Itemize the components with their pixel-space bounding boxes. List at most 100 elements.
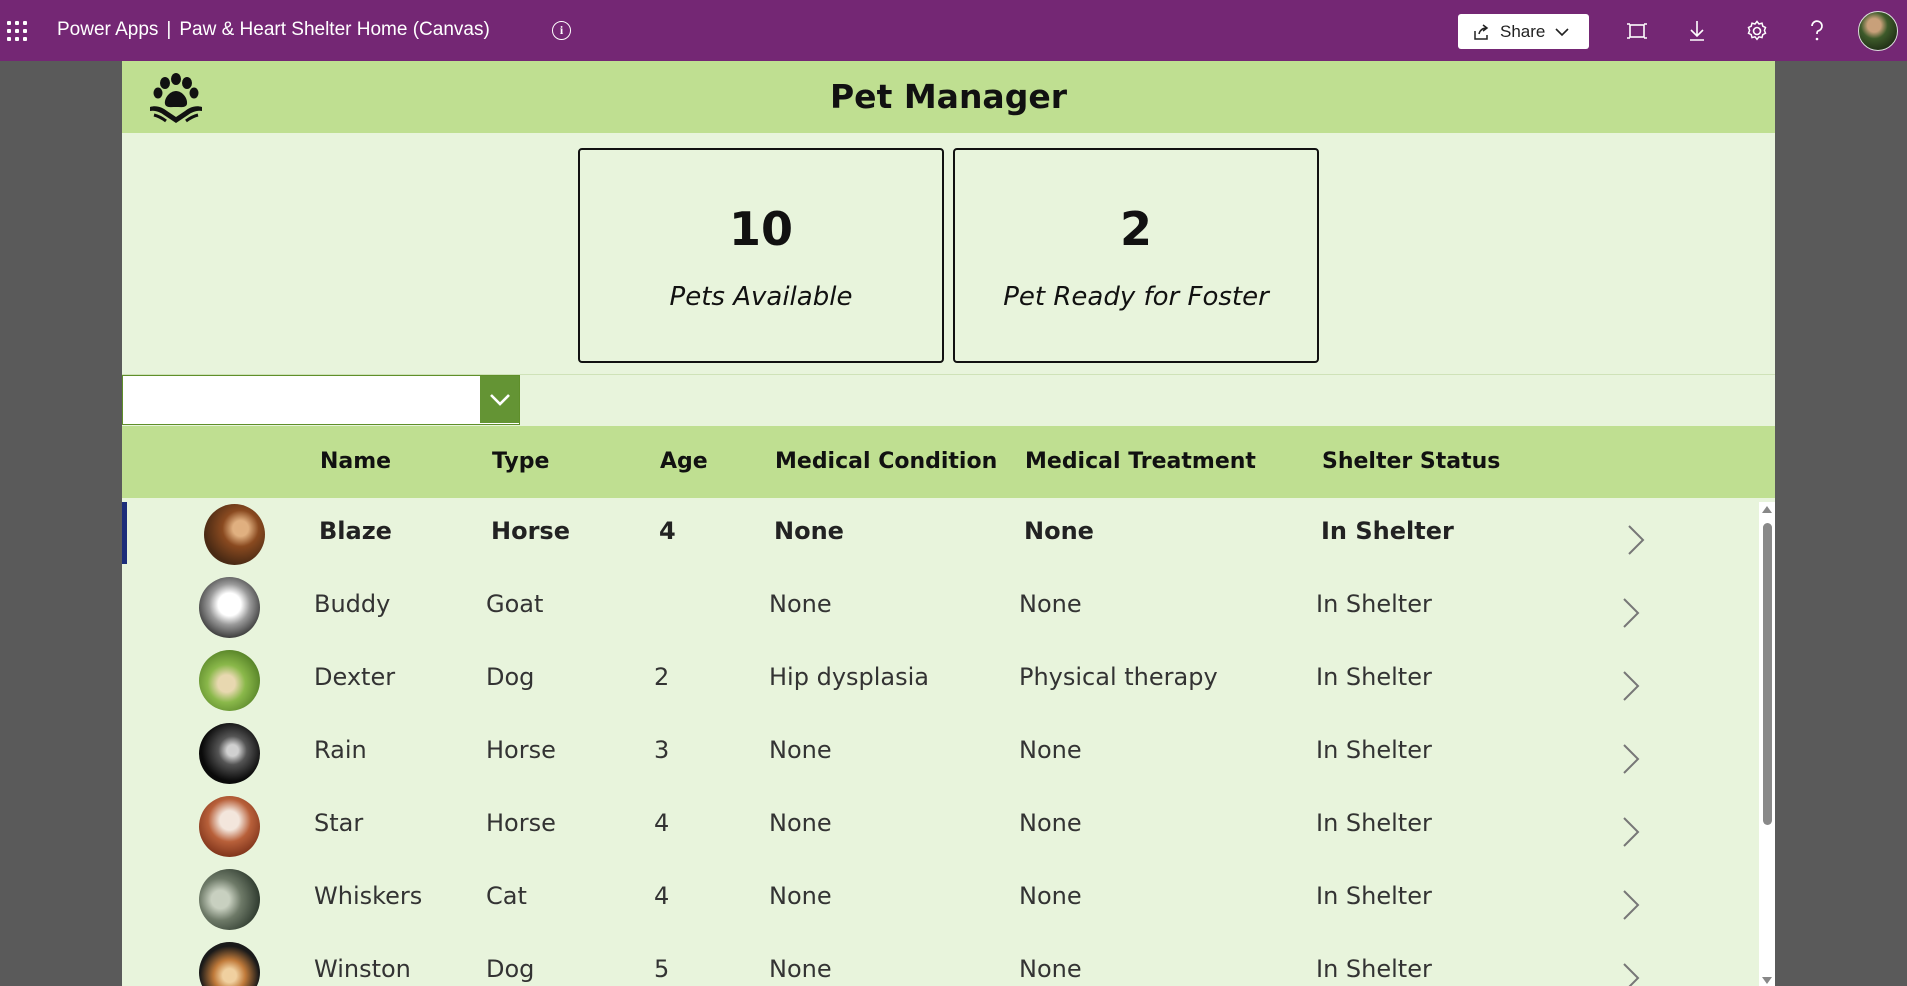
pet-medical-condition: None	[769, 882, 832, 910]
page-title: Pet Manager	[830, 77, 1067, 116]
chevron-down-icon	[1555, 27, 1569, 36]
help-icon[interactable]	[1804, 18, 1830, 44]
column-header-name: Name	[320, 449, 392, 474]
pets-available-count: 10	[728, 202, 793, 256]
pet-medical-condition: Hip dysplasia	[769, 663, 930, 691]
column-header-age: Age	[660, 449, 708, 474]
pet-row-buddy[interactable]: Buddy Goat None None In Shelter	[122, 575, 1756, 638]
pet-name: Buddy	[314, 590, 391, 618]
pet-medical-condition: None	[769, 590, 832, 618]
scroll-thumb[interactable]	[1763, 523, 1772, 825]
pet-type: Horse	[491, 517, 570, 545]
fit-screen-icon[interactable]	[1624, 18, 1650, 44]
info-icon[interactable]: i	[552, 21, 571, 40]
share-label: Share	[1500, 21, 1546, 41]
scroll-down-arrow-icon[interactable]	[1762, 977, 1772, 984]
chevron-down-icon	[489, 393, 510, 406]
user-avatar[interactable]	[1858, 11, 1898, 51]
pet-shelter-status: In Shelter	[1316, 882, 1432, 910]
pet-medical-condition: None	[769, 736, 832, 764]
pet-row-star[interactable]: Star Horse 4 None None In Shelter	[122, 794, 1756, 857]
pet-photo	[199, 869, 260, 930]
ready-for-foster-label: Pet Ready for Foster	[1003, 282, 1269, 312]
pet-row-rain[interactable]: Rain Horse 3 None None In Shelter	[122, 721, 1756, 784]
pet-photo	[199, 723, 260, 784]
pet-type: Dog	[486, 663, 535, 691]
pet-name: Rain	[314, 736, 367, 764]
pet-medical-treatment: None	[1019, 809, 1082, 837]
product-name: Power Apps	[57, 19, 159, 40]
pet-age: 4	[654, 809, 670, 837]
pet-shelter-status: In Shelter	[1316, 663, 1432, 691]
settings-icon[interactable]	[1744, 18, 1770, 44]
chevron-right-icon[interactable]	[1615, 960, 1645, 986]
pet-photo	[199, 942, 260, 986]
ready-for-foster-count: 2	[1119, 202, 1152, 256]
chevron-right-icon[interactable]	[1620, 522, 1650, 558]
pet-shelter-status: In Shelter	[1321, 517, 1454, 545]
app-canvas: Pet Manager 10 Pets Available 2 Pet Read…	[122, 61, 1775, 986]
app-title: Paw & Heart Shelter Home (Canvas)	[179, 19, 490, 40]
pet-type: Dog	[486, 955, 535, 983]
pet-medical-treatment: Physical therapy	[1019, 663, 1218, 691]
pet-photo	[199, 650, 260, 711]
pet-medical-condition: None	[774, 517, 844, 545]
pet-medical-treatment: None	[1019, 882, 1082, 910]
pets-available-card: 10 Pets Available	[578, 148, 944, 363]
ready-for-foster-card: 2 Pet Ready for Foster	[953, 148, 1319, 363]
pet-shelter-status: In Shelter	[1316, 736, 1432, 764]
pets-available-label: Pets Available	[669, 282, 853, 312]
pet-medical-treatment: None	[1019, 736, 1082, 764]
gallery-scrollbar[interactable]	[1759, 502, 1775, 986]
pet-row-winston[interactable]: Winston Dog 5 None None In Shelter	[122, 940, 1756, 986]
title-separator: |	[166, 19, 172, 40]
power-apps-header: Power Apps | Paw & Heart Shelter Home (Can…	[0, 0, 1907, 61]
column-header-medical-treatment: Medical Treatment	[1025, 449, 1256, 474]
pet-row-dexter[interactable]: Dexter Dog 2 Hip dysplasia Physical ther…	[122, 648, 1756, 711]
scroll-up-arrow-icon[interactable]	[1762, 506, 1772, 513]
pet-type: Horse	[486, 809, 556, 837]
chevron-right-icon[interactable]	[1615, 668, 1645, 704]
pet-medical-treatment: None	[1019, 955, 1082, 983]
pet-medical-treatment: None	[1019, 590, 1082, 618]
pet-row-whiskers[interactable]: Whiskers Cat 4 None None In Shelter	[122, 867, 1756, 930]
chevron-right-icon[interactable]	[1615, 595, 1645, 631]
pet-medical-condition: None	[769, 955, 832, 983]
pet-table-header: Name Type Age Medical Condition Medical …	[122, 426, 1775, 498]
column-header-type: Type	[492, 449, 550, 474]
pet-type: Cat	[486, 882, 527, 910]
pet-medical-treatment: None	[1024, 517, 1094, 545]
column-header-shelter-status: Shelter Status	[1322, 449, 1501, 474]
pet-age: 3	[654, 736, 670, 764]
share-icon	[1474, 23, 1489, 40]
pet-medical-condition: None	[769, 809, 832, 837]
share-button[interactable]: Share	[1458, 14, 1589, 49]
app-launcher-icon[interactable]	[5, 19, 29, 43]
pet-age: 4	[659, 517, 676, 545]
column-header-medical-condition: Medical Condition	[775, 449, 998, 474]
pet-name: Blaze	[319, 517, 392, 545]
pet-photo	[199, 577, 260, 638]
pet-shelter-status: In Shelter	[1316, 590, 1432, 618]
download-icon[interactable]	[1684, 18, 1710, 44]
pet-age: 2	[654, 663, 670, 691]
app-title-bar: Power Apps | Paw & Heart Shelter Home (Can…	[57, 19, 490, 41]
pet-age: 5	[654, 955, 670, 983]
chevron-right-icon[interactable]	[1615, 814, 1645, 850]
pet-shelter-status: In Shelter	[1316, 955, 1432, 983]
pet-row-blaze[interactable]: Blaze Horse 4 None None In Shelter	[122, 502, 1756, 565]
app-header: Pet Manager	[122, 61, 1775, 133]
pet-shelter-status: In Shelter	[1316, 809, 1432, 837]
pet-name: Star	[314, 809, 364, 837]
pet-type-dropdown[interactable]	[122, 375, 520, 425]
chevron-right-icon[interactable]	[1615, 741, 1645, 777]
dropdown-toggle-button[interactable]	[480, 376, 519, 423]
chevron-right-icon[interactable]	[1615, 887, 1645, 923]
pet-photo	[199, 796, 260, 857]
pet-photo	[204, 504, 265, 565]
pet-name: Dexter	[314, 663, 396, 691]
pet-name: Winston	[314, 955, 411, 983]
pet-name: Whiskers	[314, 882, 423, 910]
pet-age: 4	[654, 882, 670, 910]
pet-type: Horse	[486, 736, 556, 764]
